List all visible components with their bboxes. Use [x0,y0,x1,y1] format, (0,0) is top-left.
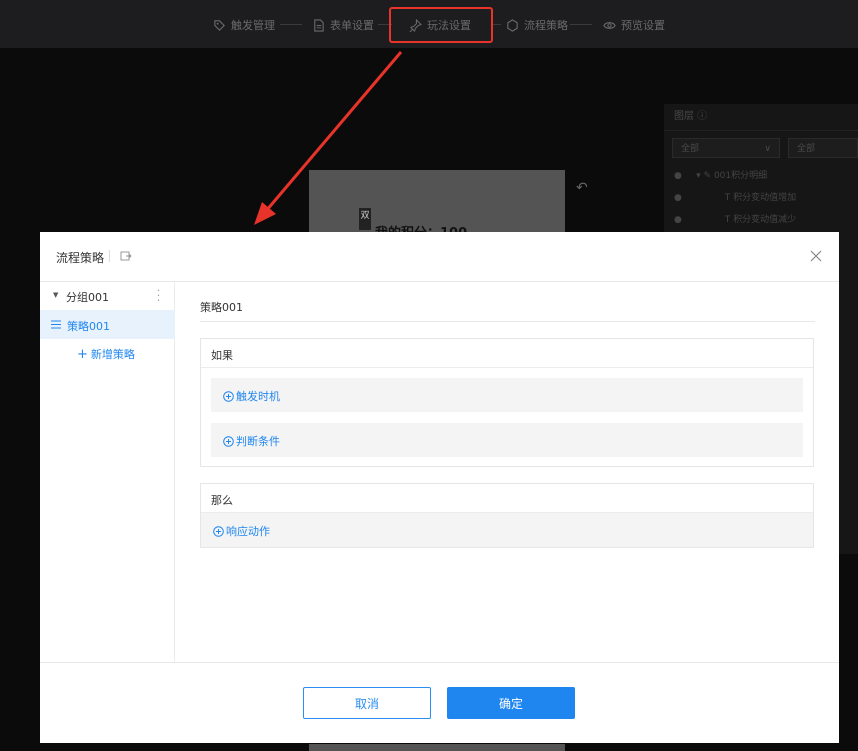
undo-icon[interactable]: ↶ [576,180,588,196]
step-trigger[interactable]: 触发管理 [213,16,275,34]
layer-tree-item[interactable]: ● T 积分变动值增加 [674,190,796,203]
circle-plus-icon [213,525,224,537]
strategy-name: 策略001 [200,301,243,314]
document-icon [314,18,324,32]
export-icon[interactable] [120,250,132,262]
group-label: 分组001 [66,291,109,304]
strategy-sidebar: ▼ 分组001 · · · 策略001 + 新增策略 [40,282,175,662]
if-section: 如果 触发时机 判断条件 [200,338,814,467]
add-trigger-button[interactable]: 触发时机 [211,378,803,412]
top-toolbar: 触发管理 表单设置 玩法设置 流程策略 预览设置 [0,0,858,48]
layer-filter-select[interactable]: 全部 ∨ [672,138,780,158]
flow-strategy-modal: 流程策略 ▼ 分组001 · · · 策略001 + 新增策略 策略001 如果… [40,232,839,743]
step-preview[interactable]: 预览设置 [603,16,665,34]
circle-plus-icon [223,435,234,447]
modal-header: 流程策略 [40,232,839,282]
canvas-tag: 双 [359,208,371,230]
tag-icon [214,19,225,31]
step-connector [280,24,302,25]
divider [200,321,815,322]
layer-panel-title: 图层 ⓘ [664,104,858,131]
modal-footer: 取消 确定 [40,662,839,743]
eye-icon [603,21,616,29]
then-title: 那么 [211,494,233,507]
trigger-label: 触发时机 [236,390,280,403]
layer-filter-select[interactable]: 全部 [788,138,858,158]
step-label: 预览设置 [621,19,665,32]
layer-tree-item[interactable]: ● ▾ ✎ 001积分明细 [674,168,767,181]
strategy-label: 策略001 [67,320,110,333]
modal-title: 流程策略 [56,251,105,265]
strategy-item-selected[interactable]: 策略001 [40,310,175,339]
highlight-box [389,7,493,43]
step-label: 触发管理 [231,19,275,32]
step-label: 表单设置 [330,19,374,32]
step-form[interactable]: 表单设置 [312,16,374,34]
condition-label: 判断条件 [236,435,280,448]
add-condition-button[interactable]: 判断条件 [211,423,803,457]
then-section: 那么 响应动作 [200,483,814,548]
action-label: 响应动作 [226,525,270,538]
divider [201,367,813,368]
list-icon [51,320,61,329]
if-title: 如果 [211,349,233,362]
group-item[interactable]: ▼ 分组001 · · · [40,282,175,310]
plus-icon: + [77,347,88,362]
more-icon[interactable]: · · · [154,285,162,306]
circle-plus-icon [223,390,234,402]
flow-icon [507,18,518,32]
step-connector [570,24,592,25]
close-icon[interactable] [808,248,824,264]
layer-tree-item[interactable]: ● T 积分变动值减少 [674,212,796,225]
step-connector [493,24,501,25]
step-flow[interactable]: 流程策略 [506,16,568,34]
add-action-button[interactable]: 响应动作 [201,513,813,547]
canvas-preview-bottom [309,744,565,751]
caret-down-icon[interactable]: ▼ [53,291,58,299]
add-strategy-button[interactable]: + 新增策略 [77,346,135,362]
step-label: 流程策略 [524,19,568,32]
cancel-button[interactable]: 取消 [303,687,431,719]
divider [109,250,110,262]
confirm-button[interactable]: 确定 [447,687,575,719]
